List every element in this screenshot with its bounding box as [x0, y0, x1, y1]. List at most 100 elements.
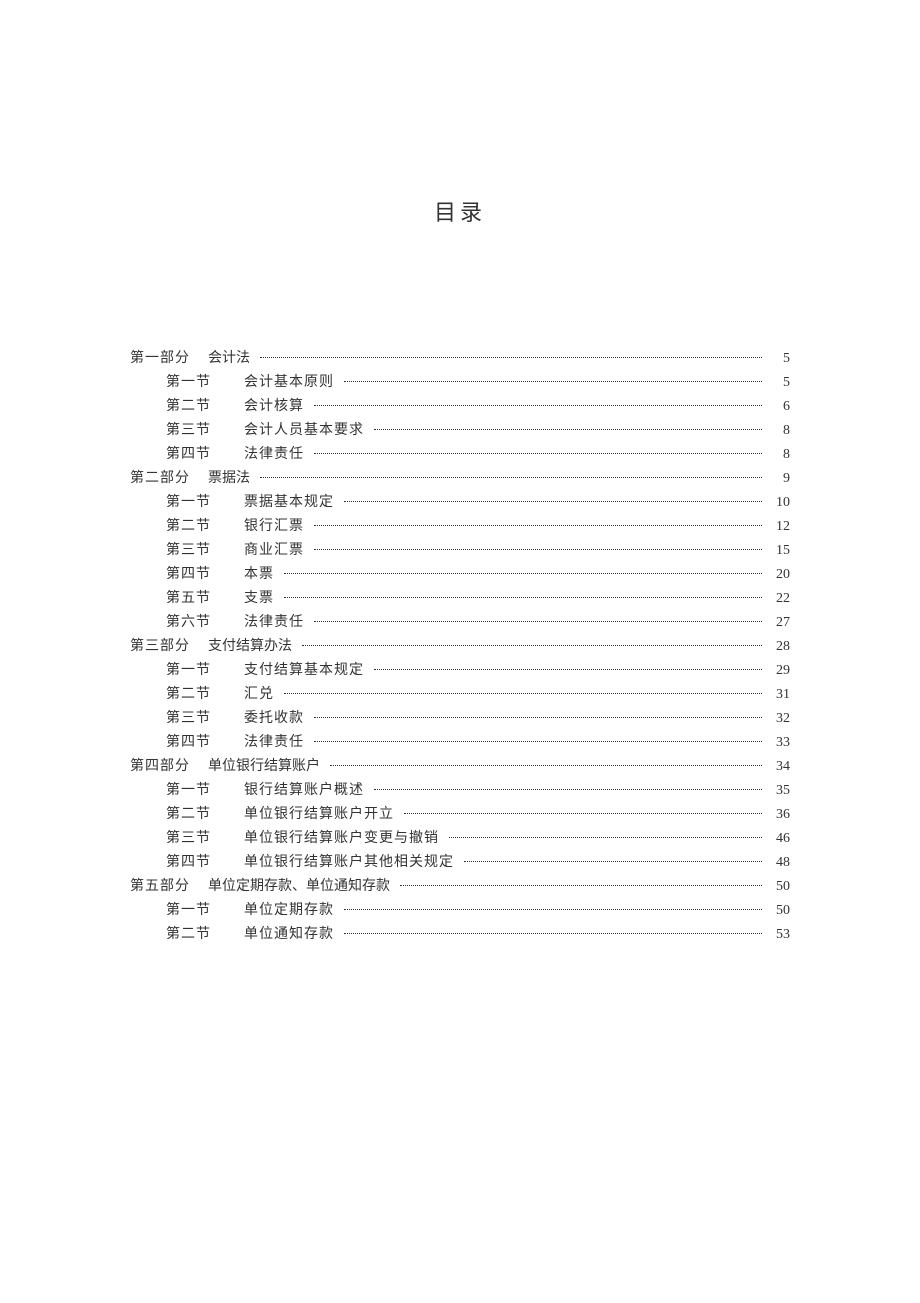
toc-entry: 第四节法律责任33 — [130, 731, 790, 755]
toc-leader-dots — [260, 357, 762, 358]
toc-entry: 第一节会计基本原则 5 — [130, 371, 790, 395]
toc-entry-label: 第二节 — [166, 923, 244, 947]
toc-entry: 第四节法律责任 8 — [130, 443, 790, 467]
toc-leader-dots — [302, 645, 762, 646]
toc-leader-dots — [374, 429, 762, 430]
toc-entry-page: 31 — [766, 683, 790, 707]
toc-entry-page: 8 — [766, 419, 790, 443]
toc-entry: 第五部分单位定期存款、单位通知存款50 — [130, 875, 790, 899]
toc-entry: 第四节本票20 — [130, 563, 790, 587]
toc-leader-dots — [330, 765, 762, 766]
toc-entry: 第一部分会计法5 — [130, 347, 790, 371]
toc-entry-page: 5 — [766, 347, 790, 371]
toc-entry: 第二节会计核算 6 — [130, 395, 790, 419]
toc-entry-label: 第五部分 — [130, 875, 208, 899]
toc-entry-label: 第一节 — [166, 491, 244, 515]
toc-entry: 第一节支付结算基本规定 29 — [130, 659, 790, 683]
toc-entry-label: 第二节 — [166, 803, 244, 827]
document-page: 目录 第一部分会计法5第一节会计基本原则5第二节会计核算6第三节会计人员基本要求… — [0, 0, 920, 1303]
toc-entry-title: 法律责任 — [244, 611, 310, 635]
toc-leader-dots — [344, 933, 762, 934]
toc-entry-page: 22 — [766, 587, 790, 611]
toc-entry-page: 9 — [766, 467, 790, 491]
toc-entry-page: 5 — [766, 371, 790, 395]
toc-entry-title: 支票 — [244, 587, 280, 611]
toc-entry-label: 第三部分 — [130, 635, 208, 659]
toc-entry-page: 34 — [766, 755, 790, 779]
toc-entry-label: 第三节 — [166, 707, 244, 731]
toc-entry-page: 46 — [766, 827, 790, 851]
toc-entry-label: 第四节 — [166, 851, 244, 875]
toc-entry-title: 会计核算 — [244, 395, 310, 419]
toc-entry: 第一节单位定期存款50 — [130, 899, 790, 923]
toc-entry: 第二节汇兑31 — [130, 683, 790, 707]
toc-entry: 第三节商业汇票15 — [130, 539, 790, 563]
toc-entry-label: 第六节 — [166, 611, 244, 635]
toc-leader-dots — [314, 405, 762, 406]
toc-leader-dots — [374, 669, 762, 670]
toc-leader-dots — [314, 453, 762, 454]
toc-entry-title: 法律责任 — [244, 731, 310, 755]
toc-entry-label: 第四节 — [166, 731, 244, 755]
toc-leader-dots — [449, 837, 762, 838]
toc-leader-dots — [404, 813, 762, 814]
toc-leader-dots — [344, 381, 762, 382]
toc-entry-title: 支付结算办法 — [208, 635, 298, 659]
toc-entry-label: 第四节 — [166, 443, 244, 467]
toc-entry-page: 53 — [766, 923, 790, 947]
toc-entry-title: 票据法 — [208, 467, 256, 491]
toc-leader-dots — [374, 789, 762, 790]
toc-entry-page: 28 — [766, 635, 790, 659]
toc-entry-label: 第一节 — [166, 371, 244, 395]
toc-entry: 第二节单位通知存款 53 — [130, 923, 790, 947]
toc-entry-title: 银行汇票 — [244, 515, 310, 539]
toc-entry-label: 第三节 — [166, 827, 244, 851]
toc-entry: 第三部分支付结算办法 28 — [130, 635, 790, 659]
toc-entry-page: 8 — [766, 443, 790, 467]
toc-entry-label: 第二节 — [166, 683, 244, 707]
toc-leader-dots — [314, 717, 762, 718]
toc-entry-label: 第一节 — [166, 899, 244, 923]
toc-entry-title: 票据基本规定 — [244, 491, 340, 515]
toc-entry-title: 会计基本原则 — [244, 371, 340, 395]
toc-entry-page: 27 — [766, 611, 790, 635]
toc-title: 目录 — [130, 195, 790, 227]
toc-leader-dots — [314, 549, 762, 550]
toc-entry-label: 第二节 — [166, 515, 244, 539]
toc-entry-label: 第一节 — [166, 779, 244, 803]
toc-entry-page: 15 — [766, 539, 790, 563]
toc-entry-label: 第二部分 — [130, 467, 208, 491]
toc-entry-page: 12 — [766, 515, 790, 539]
toc-entry: 第一节票据基本规定 10 — [130, 491, 790, 515]
toc-entry-title: 法律责任 — [244, 443, 310, 467]
toc-leader-dots — [284, 597, 762, 598]
toc-leader-dots — [344, 501, 762, 502]
toc-leader-dots — [314, 621, 762, 622]
toc-entry-label: 第三节 — [166, 419, 244, 443]
toc-entry-title: 单位定期存款 — [244, 899, 340, 923]
toc-entry-title: 单位银行结算账户开立 — [244, 803, 400, 827]
toc-entry-page: 48 — [766, 851, 790, 875]
toc-entry-title: 单位银行结算账户其他相关规定 — [244, 851, 460, 875]
toc-entry-title: 银行结算账户概述 — [244, 779, 370, 803]
toc-entry: 第二节银行汇票 12 — [130, 515, 790, 539]
toc-entry-page: 29 — [766, 659, 790, 683]
toc-leader-dots — [314, 525, 762, 526]
toc-entry-page: 32 — [766, 707, 790, 731]
toc-entry-title: 支付结算基本规定 — [244, 659, 370, 683]
toc-entry-label: 第一节 — [166, 659, 244, 683]
toc-entry-title: 委托收款 — [244, 707, 310, 731]
toc-leader-dots — [314, 741, 762, 742]
toc-leader-dots — [400, 885, 762, 886]
toc-entry-label: 第三节 — [166, 539, 244, 563]
toc-entry-page: 50 — [766, 875, 790, 899]
toc-entry-label: 第二节 — [166, 395, 244, 419]
toc-entry-label: 第四部分 — [130, 755, 208, 779]
toc-entry-title: 会计人员基本要求 — [244, 419, 370, 443]
toc-entry-page: 36 — [766, 803, 790, 827]
toc-entry-page: 10 — [766, 491, 790, 515]
toc-entry-label: 第五节 — [166, 587, 244, 611]
toc-entry-title: 单位银行结算账户变更与撤销 — [244, 827, 445, 851]
toc-entry-page: 6 — [766, 395, 790, 419]
toc-entry-title: 单位通知存款 — [244, 923, 340, 947]
